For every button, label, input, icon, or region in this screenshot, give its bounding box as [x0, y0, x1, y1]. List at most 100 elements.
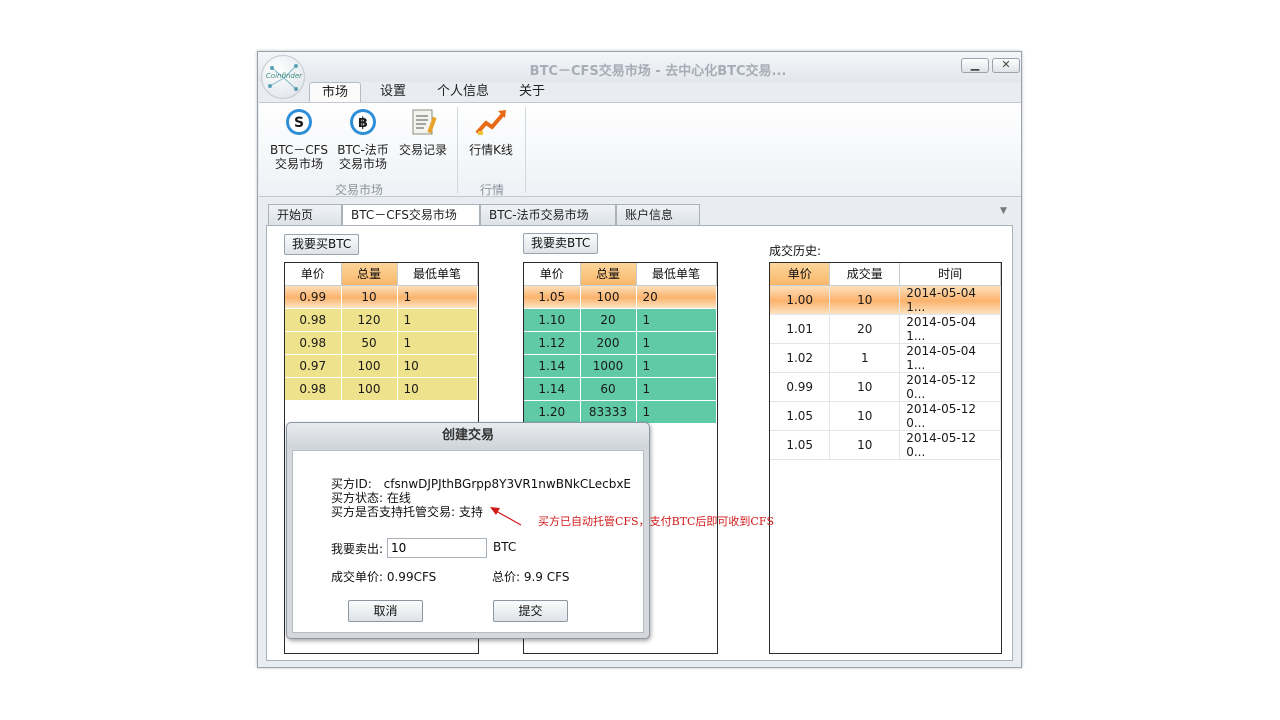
cell: 20	[636, 285, 717, 309]
buy-btc-button[interactable]: 我要买BTC	[284, 234, 360, 255]
table-row-selected[interactable]: 1.00 10 2014-05-04 1...	[770, 285, 1001, 315]
escrow-support: 买方是否支持托管交易: 支持	[331, 505, 483, 519]
cell: 50	[341, 331, 398, 355]
column-header[interactable]: 时间	[899, 263, 1001, 286]
cancel-button[interactable]: 取消	[348, 600, 423, 622]
cell: 10	[397, 354, 478, 378]
sell-amount-input[interactable]	[387, 538, 487, 558]
table-row[interactable]: 1.05 10 2014-05-12 0...	[770, 430, 1001, 460]
tab-account-info[interactable]: 账户信息	[616, 204, 700, 225]
table-row-selected[interactable]: 0.99 10 1	[285, 285, 478, 309]
minimize-button[interactable]: ▁	[961, 58, 989, 73]
ribbon-label: 交易市场	[338, 157, 387, 171]
column-header-sorted[interactable]: 总量	[580, 263, 637, 286]
table-row[interactable]: 1.14 1000 1	[524, 354, 717, 378]
cell: 1	[636, 308, 717, 332]
cell: 1	[636, 354, 717, 378]
column-header[interactable]: 最低单笔	[397, 263, 478, 286]
annotation-note: 买方已自动托管CFS，支付BTC后即可收到CFS	[538, 515, 775, 528]
menu-tab-settings[interactable]: 设置	[368, 82, 418, 103]
cell: 1	[829, 343, 901, 373]
cell: 1	[397, 331, 478, 355]
cell: 83333	[580, 400, 637, 424]
table-row[interactable]: 0.98 50 1	[285, 331, 478, 355]
ribbon-label: 交易市场	[274, 157, 323, 171]
menu-tab-market[interactable]: 市场	[309, 82, 362, 103]
column-header-sorted[interactable]: 单价	[770, 263, 831, 286]
tab-btc-fiat-market[interactable]: BTC-法币交易市场	[480, 204, 616, 225]
chart-trend-icon	[475, 110, 506, 135]
cell: 1.05	[770, 430, 831, 460]
svg-text:S: S	[294, 115, 304, 131]
table-row[interactable]: 1.01 20 2014-05-04 1...	[770, 314, 1001, 344]
ribbon-group-market: 交易市场	[334, 183, 383, 197]
table-row[interactable]: 1.10 20 1	[524, 308, 717, 332]
sell-btc-button[interactable]: 我要卖BTC	[523, 233, 599, 254]
menu-tab-about[interactable]: 关于	[507, 82, 557, 103]
menu-tab-profile[interactable]: 个人信息	[425, 82, 501, 103]
table-row[interactable]: 1.05 10 2014-05-12 0...	[770, 401, 1001, 431]
cell: 10	[829, 401, 901, 431]
cell: 1.14	[524, 354, 581, 378]
tab-btc-cfs-market[interactable]: BTC－CFS交易市场✕	[342, 204, 480, 242]
cell: 1.14	[524, 377, 581, 401]
column-header[interactable]: 单价	[524, 263, 581, 286]
cell: 100	[341, 377, 398, 401]
table-row-selected[interactable]: 1.05 100 20	[524, 285, 717, 309]
ribbon-label: BTC－CFS	[270, 143, 328, 157]
column-header[interactable]: 成交量	[829, 263, 901, 286]
cell: 1.05	[524, 285, 581, 309]
cell: 120	[341, 308, 398, 332]
cell: 60	[580, 377, 637, 401]
cell: 1.01	[770, 314, 831, 344]
cell: 0.98	[285, 308, 342, 332]
column-header[interactable]: 最低单笔	[636, 263, 717, 286]
bitcoin-coin-icon: ฿	[350, 109, 376, 135]
cell: 0.99	[770, 372, 831, 402]
close-window-button[interactable]: ✕	[992, 58, 1020, 73]
column-header[interactable]: 单价	[285, 263, 342, 286]
cell: 20	[580, 308, 637, 332]
table-row[interactable]: 1.12 200 1	[524, 331, 717, 355]
ribbon-label: 行情K线	[469, 143, 513, 157]
cell: 2014-05-04 1...	[899, 314, 1001, 344]
cell: 1	[397, 285, 478, 309]
ribbon: S BTC－CFS 交易市场 ฿ BTC-法币 交易市场 交易记录 行情K线 交…	[259, 102, 1021, 197]
table-row[interactable]: 1.02 1 2014-05-04 1...	[770, 343, 1001, 373]
cell: 10	[829, 430, 901, 460]
cell: 2014-05-04 1...	[899, 285, 1001, 315]
cell: 0.98	[285, 331, 342, 355]
ribbon-group-quotes: 行情	[479, 183, 504, 197]
cell: 10	[341, 285, 398, 309]
ribbon-trade-records[interactable]: 交易记录	[395, 107, 451, 157]
ribbon-kline[interactable]: 行情K线	[465, 107, 517, 157]
svg-text:฿: ฿	[358, 115, 368, 131]
table-row[interactable]: 0.99 10 2014-05-12 0...	[770, 372, 1001, 402]
cell: 2014-05-04 1...	[899, 343, 1001, 373]
table-row[interactable]: 0.97 100 10	[285, 354, 478, 378]
ribbon-separator	[457, 107, 458, 193]
app-logo[interactable]: Coinfinder	[261, 55, 305, 99]
history-label: 成交历史:	[769, 244, 822, 258]
column-header-sorted[interactable]: 总量	[341, 263, 398, 286]
cell: 1000	[580, 354, 637, 378]
table-row[interactable]: 1.20 83333 1	[524, 400, 717, 424]
tab-label: 开始页	[277, 208, 314, 222]
table-row[interactable]: 0.98 100 10	[285, 377, 478, 401]
logo-text: Coinfinder	[265, 72, 303, 80]
ribbon-btc-cfs-market[interactable]: S BTC－CFS 交易市场	[267, 107, 331, 171]
cell: 10	[397, 377, 478, 401]
cell: 0.98	[285, 377, 342, 401]
cell: 1	[636, 377, 717, 401]
buyer-id-value: cfsnwDJPJthBGrpp8Y3VR1nwBNkCLecbxE	[383, 477, 631, 491]
table-row[interactable]: 0.98 120 1	[285, 308, 478, 332]
tab-start-page[interactable]: 开始页	[268, 204, 342, 225]
ribbon-btc-fiat-market[interactable]: ฿ BTC-法币 交易市场	[333, 107, 393, 171]
table-row[interactable]: 1.14 60 1	[524, 377, 717, 401]
tab-label: BTC－CFS交易市场	[351, 208, 457, 222]
tab-list-dropdown-icon[interactable]: ▼	[1000, 206, 1007, 216]
cell: 10	[829, 372, 901, 402]
submit-button[interactable]: 提交	[493, 600, 568, 622]
cell: 2014-05-12 0...	[899, 430, 1001, 460]
title-bar: BTC－CFS交易市场 - 去中心化BTC交易... ▁ ✕	[258, 52, 1021, 82]
